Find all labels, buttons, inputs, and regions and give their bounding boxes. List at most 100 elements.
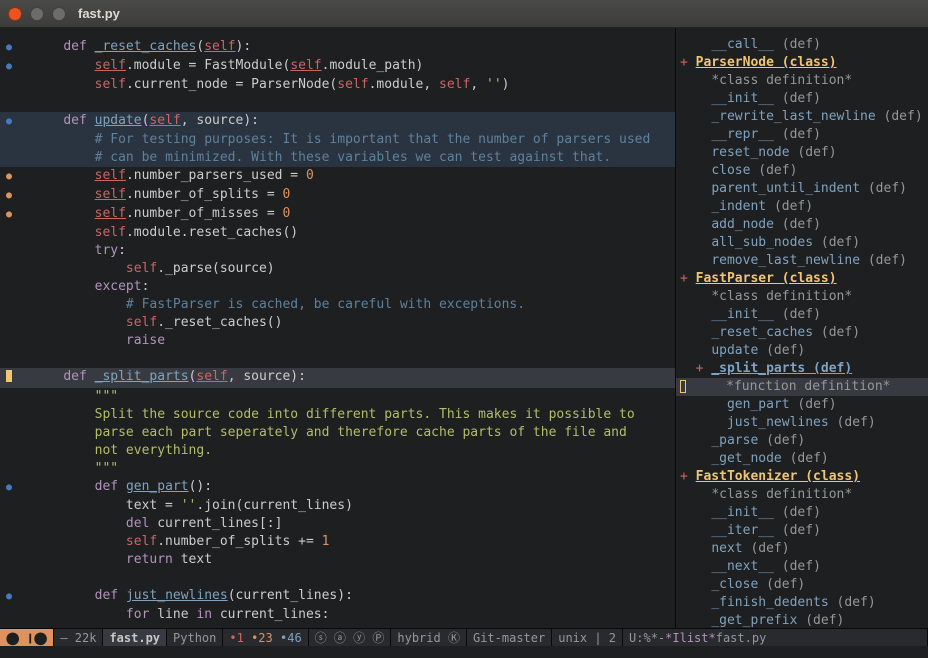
- gutter: [0, 406, 18, 424]
- status-symbols: ⓢ ⓐ ⓨ Ⓟ: [309, 629, 392, 646]
- outline-item[interactable]: + FastParser (class): [676, 270, 928, 288]
- code-line[interactable]: [0, 350, 675, 368]
- code-line[interactable]: raise: [0, 332, 675, 350]
- gutter: ●: [0, 167, 18, 186]
- outline-item[interactable]: __init__ (def): [676, 504, 928, 522]
- outline-item[interactable]: gen_part (def): [676, 396, 928, 414]
- gutter: ●: [0, 478, 18, 497]
- code-line[interactable]: Split the source code into different par…: [0, 406, 675, 424]
- outline-item[interactable]: update (def): [676, 342, 928, 360]
- gutter: ●: [0, 205, 18, 224]
- outline-item[interactable]: + FastTokenizer (class): [676, 468, 928, 486]
- code-line[interactable]: ● def _reset_caches(self):: [0, 38, 675, 57]
- code-line[interactable]: ● def gen_part():: [0, 478, 675, 497]
- gutter: [0, 350, 18, 368]
- code-line[interactable]: return text: [0, 551, 675, 569]
- gutter: [0, 551, 18, 569]
- gutter: [0, 424, 18, 442]
- gutter: [0, 515, 18, 533]
- code-line[interactable]: text = ''.join(current_lines): [0, 497, 675, 515]
- outline-item[interactable]: _close (def): [676, 576, 928, 594]
- code-line[interactable]: """: [0, 460, 675, 478]
- gutter: [0, 332, 18, 350]
- outline-item[interactable]: *class definition*: [676, 72, 928, 90]
- outline-item[interactable]: __call__ (def): [676, 36, 928, 54]
- code-line[interactable]: ● def just_newlines(current_lines):: [0, 587, 675, 606]
- window-titlebar: fast.py: [0, 0, 928, 28]
- code-line[interactable]: def _split_parts(self, source):: [0, 368, 675, 388]
- status-flycheck[interactable]: •1 •23 •46: [223, 629, 308, 646]
- code-line[interactable]: self.module.reset_caches(): [0, 224, 675, 242]
- code-line[interactable]: # For testing purposes: It is important …: [0, 131, 675, 149]
- gutter: [0, 94, 18, 112]
- outline-item[interactable]: _indent (def): [676, 198, 928, 216]
- outline-item[interactable]: _get_node (def): [676, 450, 928, 468]
- gutter: [0, 296, 18, 314]
- code-line[interactable]: self.number_of_splits += 1: [0, 533, 675, 551]
- minibuffer[interactable]: [0, 646, 928, 658]
- gutter: ●: [0, 112, 18, 131]
- code-line[interactable]: try:: [0, 242, 675, 260]
- outline-item[interactable]: add_node (def): [676, 216, 928, 234]
- code-line[interactable]: ● self.module = FastModule(self.module_p…: [0, 57, 675, 76]
- outline-item[interactable]: next (def): [676, 540, 928, 558]
- outline-item[interactable]: close (def): [676, 162, 928, 180]
- window-close-button[interactable]: [8, 7, 22, 21]
- code-line[interactable]: [0, 569, 675, 587]
- status-filename[interactable]: fast.py: [103, 629, 167, 646]
- code-line[interactable]: ● self.number_of_misses = 0: [0, 205, 675, 224]
- outline-item[interactable]: __repr__ (def): [676, 126, 928, 144]
- code-line[interactable]: parse each part seperately and therefore…: [0, 424, 675, 442]
- code-line[interactable]: [0, 94, 675, 112]
- code-line[interactable]: del current_lines[:]: [0, 515, 675, 533]
- gutter: ●: [0, 38, 18, 57]
- gutter: [0, 260, 18, 278]
- status-major-mode[interactable]: Python: [167, 629, 223, 646]
- outline-item[interactable]: _parse (def): [676, 432, 928, 450]
- outline-item[interactable]: + ParserNode (class): [676, 54, 928, 72]
- gutter: [0, 149, 18, 167]
- outline-item[interactable]: _get_prefix (def): [676, 612, 928, 628]
- outline-item[interactable]: __next__ (def): [676, 558, 928, 576]
- outline-item[interactable]: __init__ (def): [676, 306, 928, 324]
- code-line[interactable]: self._reset_caches(): [0, 314, 675, 332]
- gutter: [0, 442, 18, 460]
- gutter: ●: [0, 587, 18, 606]
- outline-item[interactable]: reset_node (def): [676, 144, 928, 162]
- window-maximize-button[interactable]: [52, 7, 66, 21]
- outline-item[interactable]: + _split_parts (def): [676, 360, 928, 378]
- window-minimize-button[interactable]: [30, 7, 44, 21]
- code-line[interactable]: for line in current_lines:: [0, 606, 675, 624]
- code-area[interactable]: ● def _reset_caches(self):● self.module …: [0, 28, 675, 628]
- code-line[interactable]: """: [0, 388, 675, 406]
- code-line[interactable]: # FastParser is cached, be careful with …: [0, 296, 675, 314]
- gutter: ●: [0, 186, 18, 205]
- code-line[interactable]: # can be minimized. With these variables…: [0, 149, 675, 167]
- outline-item[interactable]: _rewrite_last_newline (def): [676, 108, 928, 126]
- status-size: — 22k: [54, 629, 103, 646]
- outline-item[interactable]: __iter__ (def): [676, 522, 928, 540]
- code-line[interactable]: ● self.number_of_splits = 0: [0, 186, 675, 205]
- code-line[interactable]: except:: [0, 278, 675, 296]
- gutter: [0, 314, 18, 332]
- outline-item[interactable]: __init__ (def): [676, 90, 928, 108]
- outline-item[interactable]: _finish_dedents (def): [676, 594, 928, 612]
- code-line[interactable]: not everything.: [0, 442, 675, 460]
- editor-pane[interactable]: ● def _reset_caches(self):● self.module …: [0, 28, 675, 628]
- status-git[interactable]: Git-master: [467, 629, 552, 646]
- code-line[interactable]: ● def update(self, source):: [0, 112, 675, 131]
- outline-item[interactable]: _reset_caches (def): [676, 324, 928, 342]
- outline-pane[interactable]: __call__ (def)+ ParserNode (class) *clas…: [675, 28, 928, 628]
- code-line[interactable]: self.current_node = ParserNode(self.modu…: [0, 76, 675, 94]
- gutter: [0, 76, 18, 94]
- outline-item[interactable]: parent_until_indent (def): [676, 180, 928, 198]
- outline-item[interactable]: *function definition*: [676, 378, 928, 396]
- outline-item[interactable]: *class definition*: [676, 486, 928, 504]
- outline-item[interactable]: remove_last_newline (def): [676, 252, 928, 270]
- gutter: [0, 224, 18, 242]
- outline-item[interactable]: all_sub_nodes (def): [676, 234, 928, 252]
- outline-item[interactable]: just_newlines (def): [676, 414, 928, 432]
- code-line[interactable]: self._parse(source): [0, 260, 675, 278]
- outline-item[interactable]: *class definition*: [676, 288, 928, 306]
- code-line[interactable]: ● self.number_parsers_used = 0: [0, 167, 675, 186]
